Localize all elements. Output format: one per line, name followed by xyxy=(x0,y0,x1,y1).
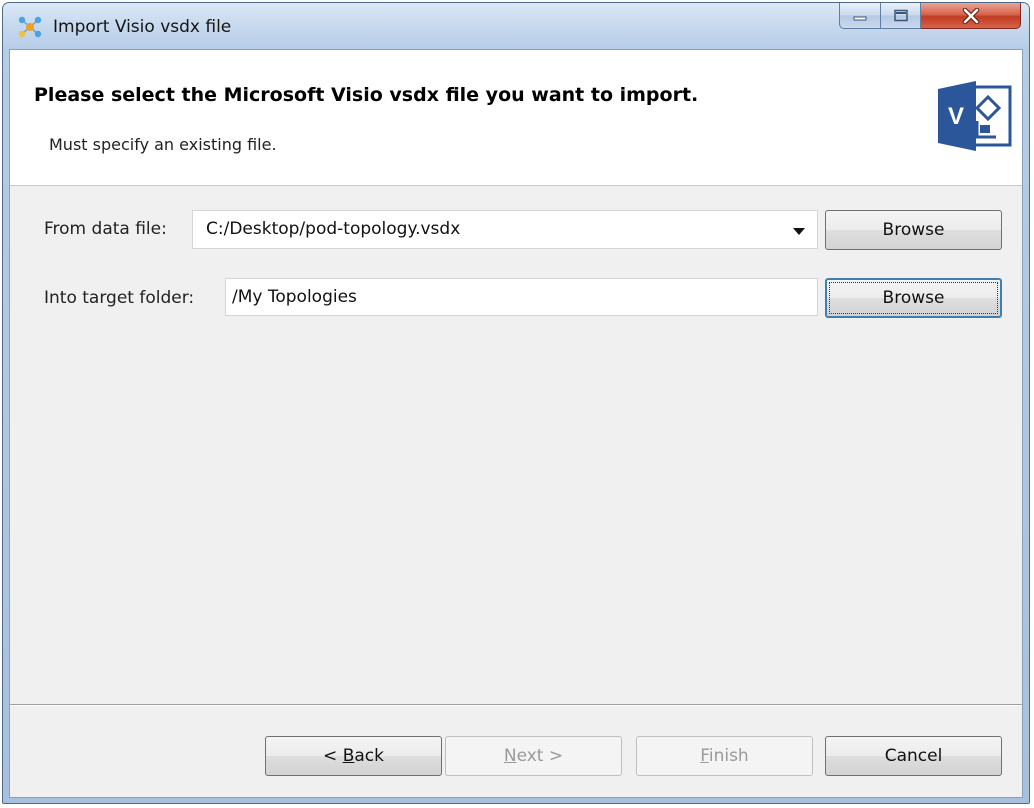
next-button[interactable]: Next > xyxy=(445,736,622,776)
footer-separator xyxy=(10,704,1022,706)
title-bar[interactable]: Import Visio vsdx file xyxy=(3,3,1029,49)
back-button-label: < Back xyxy=(323,746,384,766)
maximize-icon xyxy=(893,9,909,23)
target-folder-label: Into target folder: xyxy=(44,288,195,308)
visio-logo-icon: V xyxy=(936,79,1012,153)
target-folder-value: /My Topologies xyxy=(232,287,357,307)
finish-button-label: Finish xyxy=(700,746,749,766)
network-nodes-icon xyxy=(17,15,43,39)
next-button-label: Next > xyxy=(503,746,564,766)
chevron-down-icon[interactable] xyxy=(793,228,805,235)
target-folder-input[interactable]: /My Topologies xyxy=(225,278,818,316)
browse-target-folder-button[interactable]: Browse xyxy=(825,278,1002,318)
browse-data-file-button[interactable]: Browse xyxy=(825,210,1002,250)
browse-target-folder-label: Browse xyxy=(882,288,945,308)
finish-button[interactable]: Finish xyxy=(636,736,813,776)
wizard-page-description: Must specify an existing file. xyxy=(49,135,277,154)
import-dialog-window: Import Visio vsdx file Please select the… xyxy=(2,2,1030,804)
wizard-page-title: Please select the Microsoft Visio vsdx f… xyxy=(34,84,699,106)
visio-logo-letter: V xyxy=(948,103,964,130)
wizard-header: Please select the Microsoft Visio vsdx f… xyxy=(10,50,1022,186)
data-file-combobox[interactable]: C:/Desktop/pod-topology.vsdx xyxy=(192,210,818,249)
maximize-button[interactable] xyxy=(881,3,921,29)
cancel-button-label: Cancel xyxy=(884,746,943,766)
window-title: Import Visio vsdx file xyxy=(53,17,232,37)
data-file-label: From data file: xyxy=(44,219,167,239)
back-button[interactable]: < Back xyxy=(265,736,442,776)
minimize-icon xyxy=(852,10,868,22)
dialog-client-area: Please select the Microsoft Visio vsdx f… xyxy=(9,49,1023,798)
close-icon xyxy=(962,7,980,24)
cancel-button[interactable]: Cancel xyxy=(825,736,1002,776)
data-file-value: C:/Desktop/pod-topology.vsdx xyxy=(206,219,461,239)
minimize-button[interactable] xyxy=(839,3,881,29)
close-button[interactable] xyxy=(921,3,1021,29)
browse-data-file-label: Browse xyxy=(882,220,945,240)
